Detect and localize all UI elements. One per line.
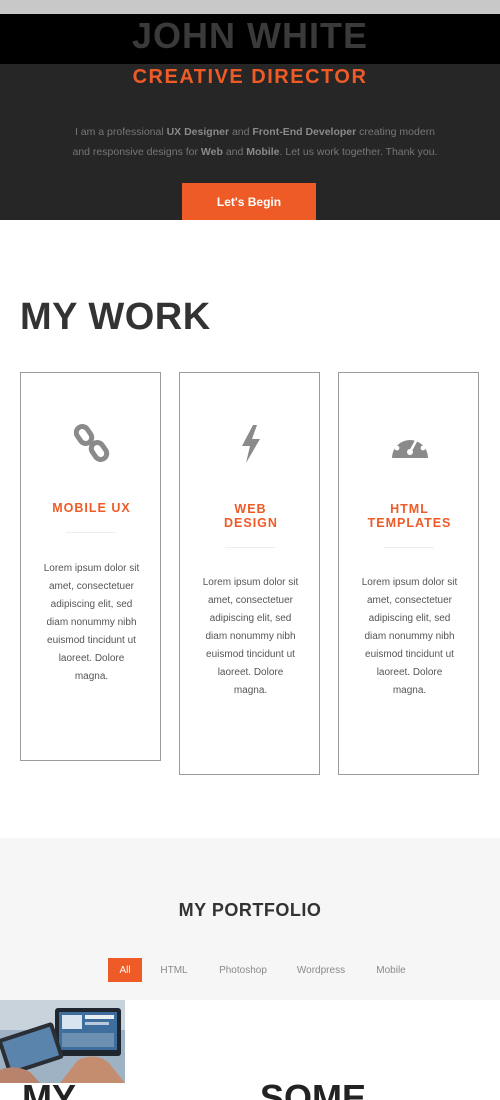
card-divider <box>384 547 434 548</box>
hero-section: JOHN WHITE CREATIVE DIRECTOR I am a prof… <box>0 0 500 220</box>
card-description: Lorem ipsum dolor sit amet, consectetuer… <box>202 577 299 696</box>
work-title: MY WORK <box>20 296 211 338</box>
filter-html[interactable]: HTML <box>154 958 194 982</box>
hero-role: CREATIVE DIRECTOR <box>132 66 368 88</box>
portfolio-title: MY PORTFOLIO <box>178 900 322 920</box>
card-title: HTML TEMPLATES <box>367 502 452 530</box>
filter-mobile[interactable]: Mobile <box>369 958 413 982</box>
hero-name: JOHN WHITE <box>131 15 368 56</box>
portfolio-section: MY PORTFOLIO All HTML Photoshop Wordpres… <box>0 838 500 1000</box>
filter-photoshop[interactable]: Photoshop <box>213 958 273 982</box>
top-bar <box>0 0 500 14</box>
card-divider <box>66 532 116 533</box>
filter-all[interactable]: All <box>108 958 142 982</box>
portfolio-filters: All HTML Photoshop Wordpress Mobile <box>0 958 500 982</box>
portfolio-thumbnail[interactable] <box>0 1000 125 1083</box>
lets-begin-button[interactable]: Let's Begin <box>182 183 316 220</box>
service-card-mobile-ux: MOBILE UX Lorem ipsum dolor sit amet, co… <box>20 372 161 761</box>
card-title: WEB DESIGN <box>224 502 278 530</box>
service-card-web-design: WEB DESIGN Lorem ipsum dolor sit amet, c… <box>179 372 320 775</box>
link-icon <box>21 423 162 463</box>
hero-intro: I am a professional UX Designer and Fron… <box>72 126 438 158</box>
filter-wordpress[interactable]: Wordpress <box>290 958 352 982</box>
section-heading-right: SOME <box>260 1077 367 1100</box>
lightning-icon <box>180 425 321 463</box>
card-description: Lorem ipsum dolor sit amet, consectetuer… <box>43 563 140 682</box>
section-heading-left: MY <box>22 1077 76 1100</box>
card-title: MOBILE UX <box>52 501 131 515</box>
service-card-html-templates: HTML TEMPLATES Lorem ipsum dolor sit ame… <box>338 372 479 775</box>
card-description: Lorem ipsum dolor sit amet, consectetuer… <box>361 577 458 696</box>
card-divider <box>225 547 275 548</box>
dashboard-icon <box>339 427 480 461</box>
